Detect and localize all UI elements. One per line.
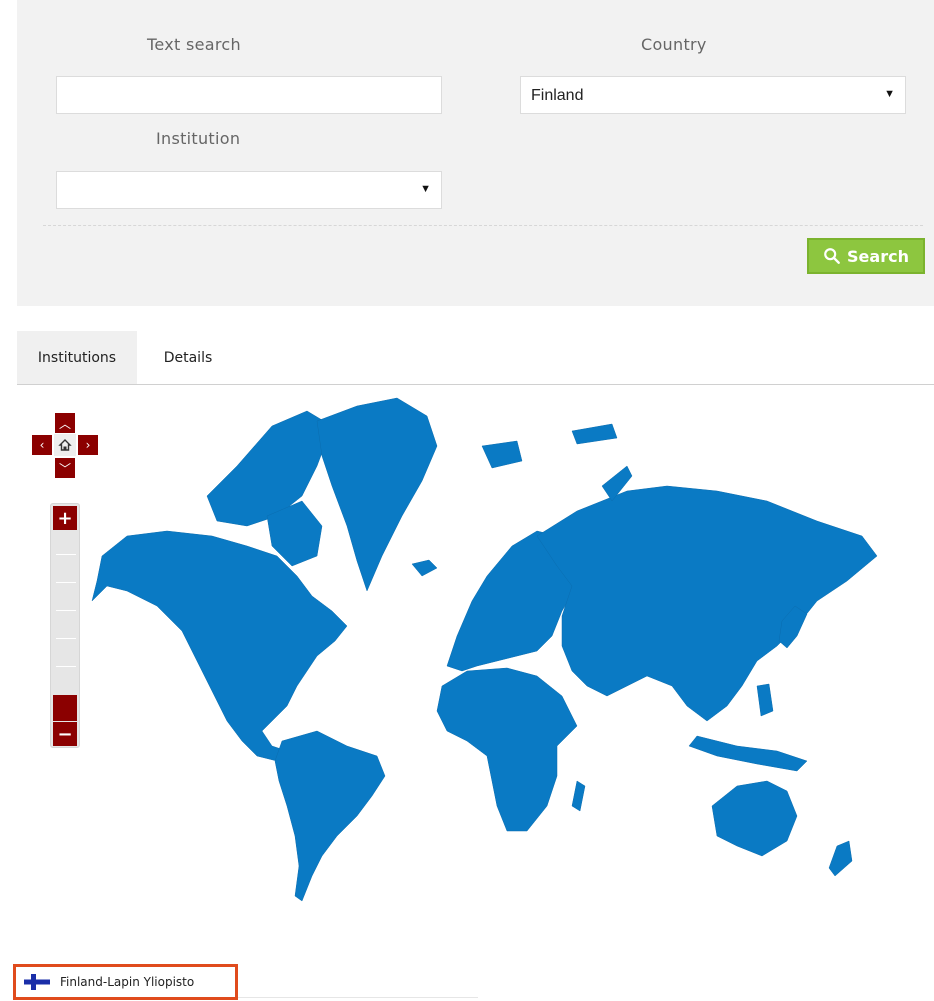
world-map[interactable] <box>17 386 934 946</box>
zoom-in-button[interactable]: + <box>53 506 77 530</box>
tab-institutions[interactable]: Institutions <box>17 331 137 384</box>
map-land-franz-josef <box>571 423 618 445</box>
map-land-madagascar <box>571 780 586 812</box>
zoom-tick <box>56 610 76 611</box>
divider <box>43 225 923 226</box>
zoom-tick <box>56 666 76 667</box>
divider <box>238 997 478 998</box>
pan-down-button[interactable]: ﹀ <box>55 458 75 478</box>
map-land-indonesia <box>688 735 808 772</box>
chevron-left-icon: ‹ <box>39 438 45 452</box>
search-button[interactable]: Search <box>807 238 925 274</box>
search-filter-panel: Text search Country Finland ▼ Institutio… <box>17 0 934 306</box>
result-item[interactable]: Finland-Lapin Yliopisto <box>13 964 238 1000</box>
text-search-input[interactable] <box>56 76 442 114</box>
tab-bar: Institutions Details <box>17 331 934 385</box>
country-selected-value: Finland <box>531 87 584 104</box>
country-label: Country <box>641 35 707 54</box>
home-button[interactable] <box>54 434 76 456</box>
country-select[interactable]: Finland ▼ <box>520 76 906 114</box>
world-map-shapes <box>91 397 878 902</box>
map-land-arctic-islands <box>206 410 333 527</box>
tab-institutions-label: Institutions <box>37 349 117 366</box>
map-land-philippines <box>756 683 774 717</box>
zoom-out-button[interactable]: − <box>53 722 77 746</box>
search-button-label: Search <box>847 246 909 266</box>
chevron-right-icon: › <box>85 438 91 452</box>
pan-up-button[interactable]: ︿ <box>55 413 75 433</box>
search-icon <box>824 248 840 264</box>
map-land-greenland <box>316 397 438 592</box>
home-icon <box>58 439 72 451</box>
zoom-tick <box>56 554 76 555</box>
pan-left-button[interactable]: ‹ <box>32 435 52 455</box>
map-land-iceland <box>411 559 438 577</box>
plus-icon: + <box>57 507 73 529</box>
map-land-north-america <box>91 530 348 762</box>
finland-flag-icon <box>24 974 50 990</box>
result-item-label: Finland-Lapin Yliopisto <box>60 975 195 989</box>
map-land-australia <box>711 780 798 857</box>
chevron-down-icon: ﹀ <box>58 461 71 476</box>
tab-details-label: Details <box>163 349 213 366</box>
text-search-label: Text search <box>147 35 241 54</box>
zoom-slider-handle[interactable] <box>53 695 77 721</box>
zoom-tick <box>56 638 76 639</box>
dropdown-arrow-icon: ▼ <box>884 88 895 100</box>
minus-icon: − <box>57 723 73 745</box>
map-land-south-america <box>274 730 386 902</box>
pan-right-button[interactable]: › <box>78 435 98 455</box>
map-land-asia <box>536 485 878 722</box>
chevron-up-icon: ︿ <box>58 416 71 431</box>
map-land-svalbard <box>481 440 523 469</box>
zoom-tick <box>56 582 76 583</box>
map-land-africa <box>436 667 578 832</box>
institution-select[interactable]: ▼ <box>56 171 442 209</box>
dropdown-arrow-icon: ▼ <box>420 183 431 195</box>
institution-label: Institution <box>156 129 241 148</box>
map-land-new-zealand <box>828 840 853 877</box>
tab-details[interactable]: Details <box>147 331 229 384</box>
